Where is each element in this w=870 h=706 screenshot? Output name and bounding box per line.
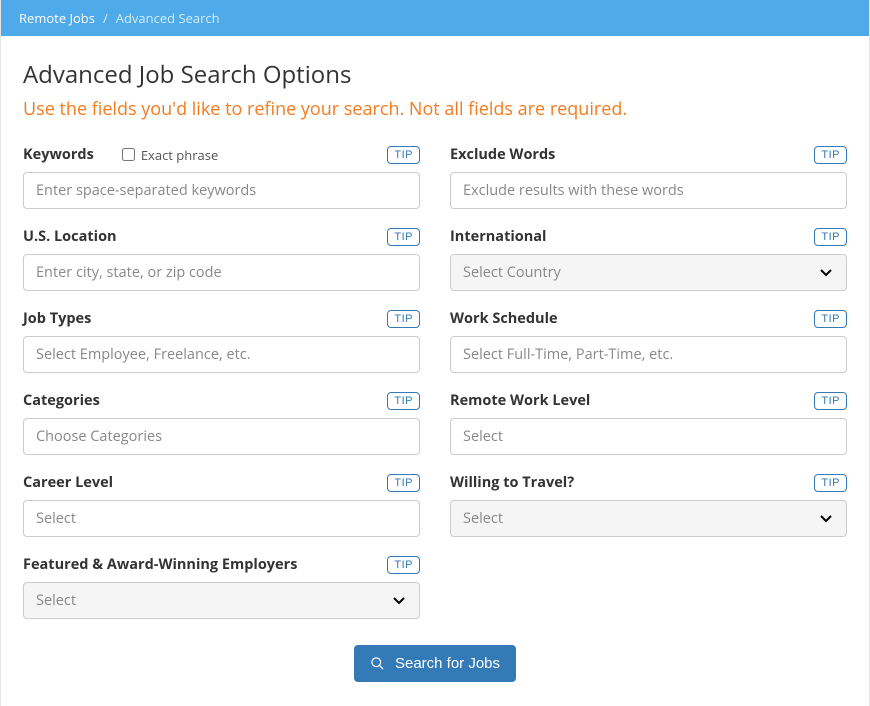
keywords-label: Keywords (23, 145, 94, 164)
search-button-label: Search for Jobs (395, 655, 500, 672)
categories-label: Categories (23, 391, 100, 410)
tip-button-international[interactable]: TIP (814, 228, 847, 246)
travel-select[interactable]: Select (450, 500, 847, 537)
page-title: Advanced Job Search Options (23, 58, 847, 91)
field-international: International TIP Select Country (450, 227, 847, 291)
remote-level-select[interactable]: Select (450, 418, 847, 455)
breadcrumb-root-link[interactable]: Remote Jobs (19, 9, 95, 27)
search-for-jobs-button[interactable]: Search for Jobs (354, 645, 516, 682)
form-columns: Keywords Exact phrase TIP U.S. Location (23, 145, 847, 637)
exact-phrase-toggle[interactable]: Exact phrase (122, 146, 218, 164)
left-column: Keywords Exact phrase TIP U.S. Location (23, 145, 420, 637)
job-types-select[interactable]: Select Employee, Freelance, etc. (23, 336, 420, 373)
search-icon (370, 656, 385, 671)
field-featured: Featured & Award-Winning Employers TIP S… (23, 555, 420, 619)
page-subtitle: Use the fields you'd like to refine your… (23, 97, 847, 121)
location-input[interactable] (23, 254, 420, 291)
right-column: Exclude Words TIP International TIP Sele… (450, 145, 847, 637)
page-container: Remote Jobs / Advanced Search Advanced J… (0, 0, 870, 706)
breadcrumb-current: Advanced Search (116, 9, 220, 27)
field-location: U.S. Location TIP (23, 227, 420, 291)
keywords-input[interactable] (23, 172, 420, 209)
submit-row: Search for Jobs (23, 645, 847, 682)
field-keywords: Keywords Exact phrase TIP (23, 145, 420, 209)
tip-button-location[interactable]: TIP (387, 228, 420, 246)
tip-button-job-types[interactable]: TIP (387, 310, 420, 328)
location-label: U.S. Location (23, 227, 117, 246)
content-area: Advanced Job Search Options Use the fiel… (1, 36, 869, 706)
breadcrumb-separator: / (103, 9, 108, 27)
career-level-label: Career Level (23, 473, 113, 492)
field-job-types: Job Types TIP Select Employee, Freelance… (23, 309, 420, 373)
field-remote-level: Remote Work Level TIP Select (450, 391, 847, 455)
tip-button-featured[interactable]: TIP (387, 556, 420, 574)
field-travel: Willing to Travel? TIP Select (450, 473, 847, 537)
field-categories: Categories TIP Choose Categories (23, 391, 420, 455)
tip-button-categories[interactable]: TIP (387, 392, 420, 410)
schedule-select[interactable]: Select Full-Time, Part-Time, etc. (450, 336, 847, 373)
categories-select[interactable]: Choose Categories (23, 418, 420, 455)
schedule-label: Work Schedule (450, 309, 558, 328)
career-level-select[interactable]: Select (23, 500, 420, 537)
featured-label: Featured & Award-Winning Employers (23, 555, 297, 574)
tip-button-exclude[interactable]: TIP (814, 146, 847, 164)
exclude-label: Exclude Words (450, 145, 555, 164)
field-schedule: Work Schedule TIP Select Full-Time, Part… (450, 309, 847, 373)
tip-button-schedule[interactable]: TIP (814, 310, 847, 328)
exact-phrase-checkbox[interactable] (122, 148, 135, 161)
featured-select[interactable]: Select (23, 582, 420, 619)
field-exclude: Exclude Words TIP (450, 145, 847, 209)
field-career-level: Career Level TIP Select (23, 473, 420, 537)
exclude-input[interactable] (450, 172, 847, 209)
remote-level-label: Remote Work Level (450, 391, 590, 410)
international-select[interactable]: Select Country (450, 254, 847, 291)
travel-label: Willing to Travel? (450, 473, 574, 492)
international-label: International (450, 227, 546, 246)
job-types-label: Job Types (23, 309, 91, 328)
tip-button-remote-level[interactable]: TIP (814, 392, 847, 410)
tip-button-travel[interactable]: TIP (814, 474, 847, 492)
breadcrumb: Remote Jobs / Advanced Search (1, 0, 869, 36)
tip-button-career-level[interactable]: TIP (387, 474, 420, 492)
tip-button-keywords[interactable]: TIP (387, 146, 420, 164)
exact-phrase-label: Exact phrase (141, 146, 218, 164)
